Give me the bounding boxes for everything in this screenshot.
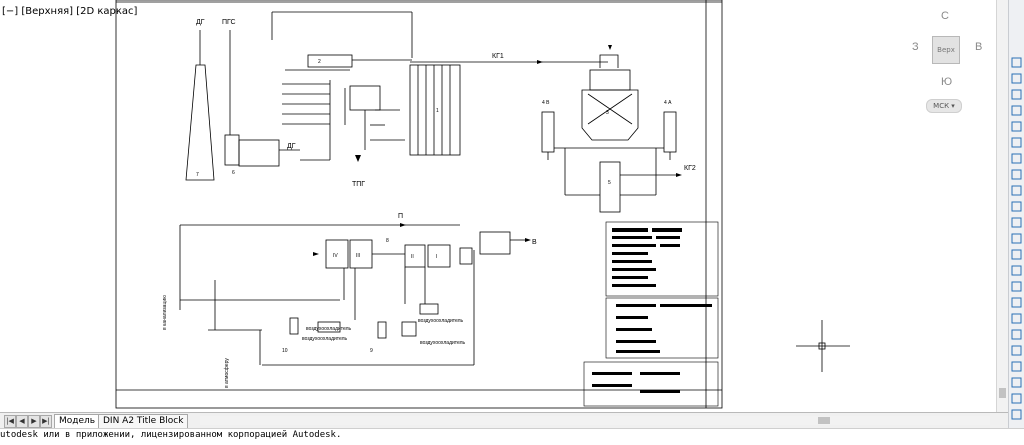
label-tpg: ТПГ — [352, 181, 365, 188]
label-n4b: 4 В — [542, 100, 550, 106]
label-ii: II — [411, 254, 414, 260]
viewcube-south[interactable]: Ю — [941, 76, 952, 88]
cooler-2 — [419, 303, 439, 315]
label-dg1: ДГ — [196, 19, 205, 26]
label-n5: 5 — [608, 180, 611, 186]
compressor-ii — [404, 244, 426, 268]
label-iv: IV — [333, 253, 338, 259]
regenerator-body — [581, 89, 639, 141]
label-dg2: ДГ — [287, 143, 296, 150]
label-n1: 1 — [436, 108, 439, 114]
drawing-canvas[interactable]: [−] [Верхняя] [2D каркас] ДГ ПГС ДГ ТПГ … — [0, 0, 1008, 412]
label-vs2: воздухоохладитель — [420, 340, 466, 346]
separator-10 — [289, 317, 299, 335]
regenerator-top — [599, 54, 619, 68]
label-kg1: КГ1 — [492, 53, 504, 60]
label-iii: III — [356, 253, 360, 259]
last-tab-button[interactable]: ▶| — [40, 415, 52, 428]
chimney — [185, 64, 215, 181]
title-block — [583, 221, 719, 407]
label-n6: 6 — [232, 170, 235, 176]
label-vs1: воздухоохладитель — [302, 336, 348, 342]
title-block-text — [592, 228, 712, 393]
label-n7: 7 — [196, 172, 199, 178]
next-tab-button[interactable]: ▶ — [28, 415, 40, 428]
label-pgs: ПГС — [222, 19, 236, 26]
label-v-kanal: в канализацию — [162, 295, 168, 330]
stripper-5 — [599, 161, 621, 213]
ucs-label: МСК — [933, 102, 950, 110]
viewcube-west[interactable]: З — [912, 41, 919, 53]
label-i: I — [436, 254, 437, 260]
layout-tabs-bar: |◀ ◀ ▶ ▶| Модель DIN A2 Title Block — [0, 412, 1008, 429]
first-tab-button[interactable]: |◀ — [4, 415, 16, 428]
right-tool-palette — [1008, 0, 1024, 441]
tool-palette-icons[interactable] — [1009, 0, 1024, 441]
prev-tab-button[interactable]: ◀ — [16, 415, 28, 428]
sheet-border — [115, 0, 723, 409]
label-b: В — [532, 239, 537, 246]
air-filter — [479, 231, 511, 255]
viewcube-face-top[interactable]: Верх — [932, 36, 960, 64]
horizontal-scroll-thumb[interactable] — [818, 417, 830, 424]
label-n3: 3 — [606, 110, 609, 116]
crosshair-cursor — [796, 320, 850, 372]
separator-9 — [377, 321, 387, 339]
label-vs3: воздухоохладитель — [418, 318, 464, 324]
label-n8: 8 — [386, 238, 389, 244]
label-n9: 9 — [370, 348, 373, 354]
cyclone-4b — [541, 111, 555, 153]
compressor-i — [427, 244, 451, 268]
label-kg2: КГ2 — [684, 165, 696, 172]
tab-model[interactable]: Модель — [54, 414, 101, 428]
command-line-status: utodesk или в приложении, лицензированно… — [0, 428, 1024, 442]
unit-6 — [224, 134, 240, 166]
compressor-iii — [349, 239, 373, 269]
label-p: П — [398, 213, 403, 220]
cyclone-4a — [663, 111, 677, 153]
tab-din-a2[interactable]: DIN A2 Title Block — [98, 414, 189, 428]
label-vs4: воздухоохладитель — [306, 326, 352, 332]
vertical-scroll-thumb[interactable] — [999, 388, 1006, 398]
unit-2 — [307, 54, 353, 68]
viewcube-east[interactable]: В — [975, 41, 982, 53]
heat-exchanger-coils — [282, 83, 330, 125]
label-n2: 2 — [318, 59, 321, 65]
horizontal-scrollbar[interactable] — [200, 416, 990, 425]
reactor-tubes — [409, 64, 461, 156]
vertical-scrollbar[interactable] — [996, 0, 1008, 412]
label-v-atm: в атмосферу — [224, 358, 230, 388]
ucs-dropdown[interactable]: МСК ▾ — [926, 99, 962, 113]
process-flow-drawing: ДГ ПГС ДГ ТПГ КГ1 КГ2 П В 1 2 3 4 А 4 В … — [115, 0, 850, 409]
viewcube-north[interactable]: С — [941, 10, 949, 22]
label-n4a: 4 А — [664, 100, 672, 106]
label-n10: 10 — [282, 348, 288, 354]
